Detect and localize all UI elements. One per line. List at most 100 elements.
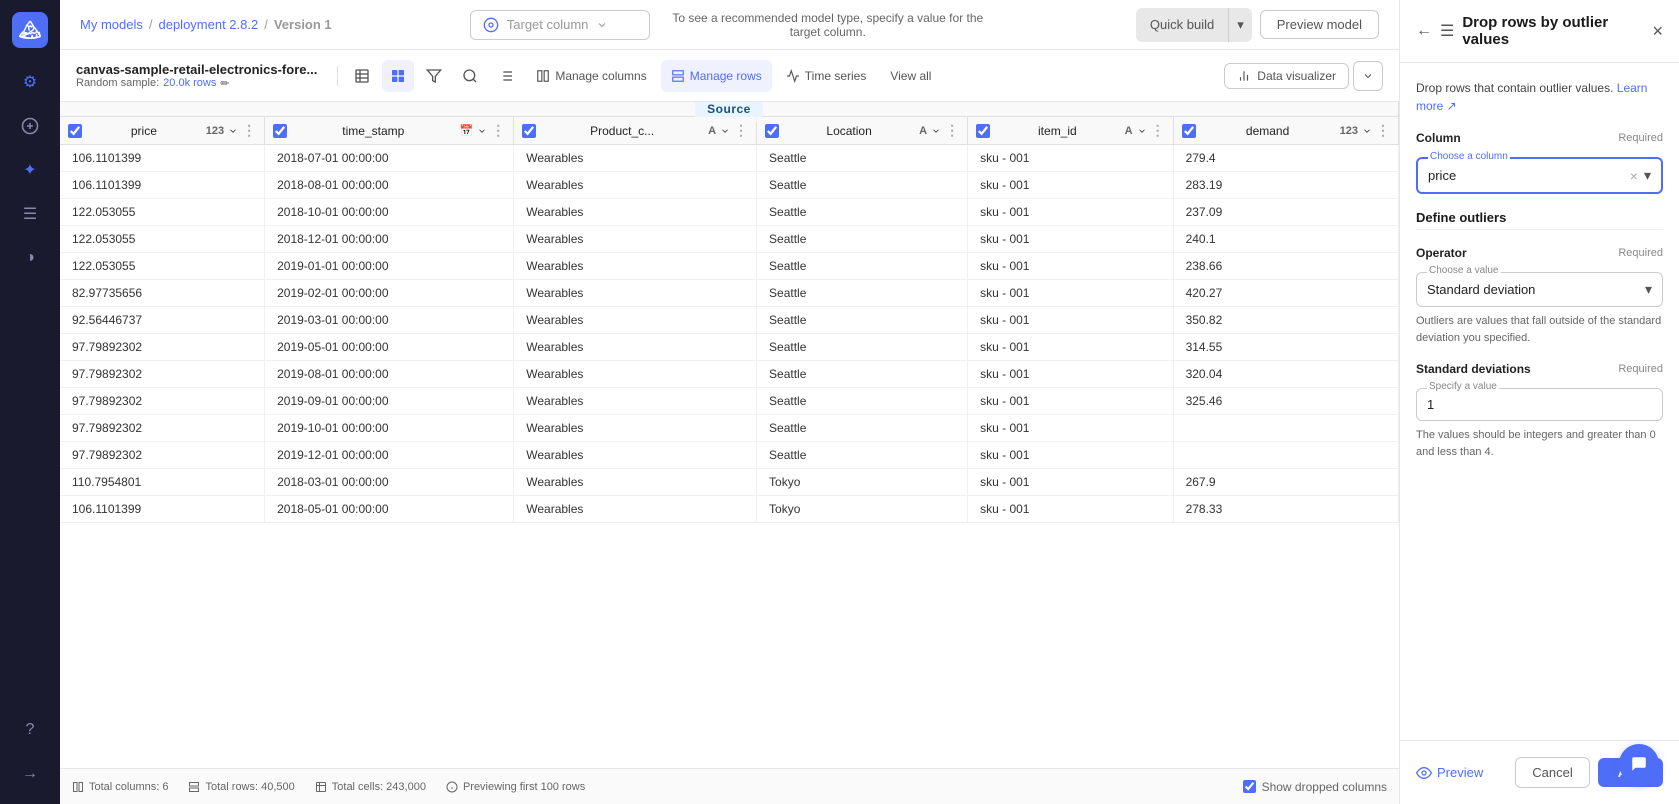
col-checkbox-Location[interactable] — [765, 124, 779, 138]
sidebar-item-list[interactable]: ☰ — [12, 196, 48, 232]
panel-header: ← ☰ Drop rows by outlier values × — [1400, 0, 1679, 63]
col-type-demand: 123 — [1340, 125, 1358, 137]
sidebar-item-models[interactable]: ⚙ — [12, 64, 48, 100]
sidebar-item-brain[interactable] — [12, 108, 48, 144]
col-menu-price[interactable]: ⋮ — [242, 122, 256, 139]
table-row: 106.11013992018-07-01 00:00:00WearablesS… — [60, 145, 1399, 172]
rows-list-button[interactable] — [490, 60, 522, 92]
search-button[interactable] — [454, 60, 486, 92]
sidebar-item-help[interactable]: ? — [12, 712, 48, 748]
quick-build-arrow[interactable]: ▾ — [1229, 8, 1252, 42]
sidebar-item-toggle[interactable]: ◑ — [12, 240, 48, 276]
breadcrumb-models[interactable]: My models — [80, 17, 143, 32]
preview-rows-stat: Previewing first 100 rows — [446, 781, 585, 793]
target-column-dropdown[interactable]: Target column — [470, 10, 650, 40]
cell-12-5: 267.9 — [1173, 469, 1398, 496]
chat-bubble[interactable] — [1619, 744, 1659, 784]
col-sort-icon-Product_c[interactable] — [720, 126, 730, 136]
sample-count-link[interactable]: 20.0k rows — [163, 77, 216, 89]
manage-rows-label: Manage rows — [690, 69, 762, 83]
col-menu-item_id[interactable]: ⋮ — [1151, 122, 1165, 139]
col-menu-demand[interactable]: ⋮ — [1376, 122, 1390, 139]
col-checkbox-time_stamp[interactable] — [273, 124, 287, 138]
sidebar-item-sparkle[interactable]: ✦ — [12, 152, 48, 188]
cell-10-0: 97.79892302 — [60, 415, 265, 442]
data-visualizer-button[interactable]: Data visualizer — [1224, 63, 1349, 89]
time-series-button[interactable]: Time series — [776, 60, 877, 92]
panel-back-button[interactable]: ← — [1416, 22, 1432, 40]
cell-5-1: 2019-02-01 00:00:00 — [265, 280, 514, 307]
column-clear-icon[interactable]: × — [1630, 168, 1638, 184]
operator-select[interactable]: Choose a value Standard deviation ▾ — [1416, 272, 1663, 307]
col-name-Product_c: Product_c... — [540, 124, 704, 138]
col-name-item_id: item_id — [994, 124, 1121, 138]
panel-close-button[interactable]: × — [1652, 21, 1663, 42]
col-sort-icon-price[interactable] — [228, 126, 238, 136]
col-menu-time_stamp[interactable]: ⋮ — [491, 122, 505, 139]
col-menu-Location[interactable]: ⋮ — [945, 122, 959, 139]
cell-10-1: 2019-10-01 00:00:00 — [265, 415, 514, 442]
cancel-button[interactable]: Cancel — [1515, 757, 1589, 788]
quick-build-label: Quick build — [1136, 8, 1229, 42]
col-sort-icon-item_id[interactable] — [1137, 126, 1147, 136]
std-hint: The values should be integers and greate… — [1416, 427, 1663, 460]
table-area: Source price 123 ⋮ time_stamp 📅 ⋮ — [60, 102, 1399, 768]
cell-7-4: sku - 001 — [968, 334, 1173, 361]
cell-0-1: 2018-07-01 00:00:00 — [265, 145, 514, 172]
time-series-label: Time series — [805, 69, 867, 83]
more-options-button[interactable] — [1353, 61, 1383, 91]
col-type-item_id: A — [1125, 125, 1133, 137]
std-input-wrap[interactable]: Specify a value — [1416, 388, 1663, 421]
data-visualizer-label: Data visualizer — [1257, 69, 1336, 83]
col-name-price: price — [86, 124, 202, 138]
table-row: 122.0530552019-01-01 00:00:00WearablesSe… — [60, 253, 1399, 280]
edit-icon[interactable]: ✏ — [220, 77, 229, 90]
chart-icon — [1237, 69, 1251, 83]
manage-rows-button[interactable]: Manage rows — [661, 60, 772, 92]
cell-8-2: Wearables — [514, 361, 757, 388]
col-sort-icon-time_stamp[interactable] — [477, 126, 487, 136]
target-placeholder: Target column — [507, 17, 589, 32]
panel-title: Drop rows by outlier values — [1462, 14, 1644, 48]
total-rows-stat: Total rows: 40,500 — [188, 781, 294, 793]
col-checkbox-Product_c[interactable] — [522, 124, 536, 138]
cell-12-4: sku - 001 — [968, 469, 1173, 496]
show-dropped-columns[interactable]: Show dropped columns — [1243, 780, 1387, 794]
rows-manage-icon — [671, 69, 685, 83]
quick-build-button[interactable]: Quick build ▾ — [1136, 8, 1252, 42]
col-checkbox-item_id[interactable] — [976, 124, 990, 138]
filter-button[interactable] — [418, 60, 450, 92]
table-row: 97.798923022019-05-01 00:00:00WearablesS… — [60, 334, 1399, 361]
preview-button[interactable]: Preview — [1416, 765, 1507, 781]
dataset-name-section: canvas-sample-retail-electronics-fore...… — [76, 62, 317, 90]
col-sort-icon-demand[interactable] — [1362, 126, 1372, 136]
breadcrumb-deployment[interactable]: deployment 2.8.2 — [158, 17, 258, 32]
col-menu-Product_c[interactable]: ⋮ — [734, 122, 748, 139]
column-chevron-icon[interactable]: ▾ — [1644, 167, 1651, 184]
target-chevron-icon — [596, 19, 608, 31]
table-view-button[interactable] — [346, 60, 378, 92]
col-sort-icon-Location[interactable] — [931, 126, 941, 136]
std-required: Required — [1618, 363, 1663, 375]
status-bar: Total columns: 6 Total rows: 40,500 Tota… — [60, 768, 1399, 804]
show-dropped-checkbox[interactable] — [1243, 780, 1256, 793]
std-input[interactable] — [1427, 397, 1652, 412]
column-input[interactable] — [1428, 168, 1624, 183]
col-checkbox-price[interactable] — [68, 124, 82, 138]
column-field: Column Required Choose a column × ▾ — [1416, 131, 1663, 194]
manage-columns-button[interactable]: Manage columns — [526, 60, 656, 92]
column-input-wrap[interactable]: Choose a column × ▾ — [1416, 157, 1663, 194]
cell-6-5: 350.82 — [1173, 307, 1398, 334]
operator-hint: Outliers are values that fall outside of… — [1416, 313, 1663, 346]
view-all-button[interactable]: View all — [880, 60, 941, 92]
cell-3-3: Seattle — [757, 226, 968, 253]
sidebar-item-signout[interactable]: → — [12, 756, 48, 792]
column-required: Required — [1618, 132, 1663, 144]
col-checkbox-demand[interactable] — [1182, 124, 1196, 138]
grid-view-button[interactable] — [382, 60, 414, 92]
preview-model-button[interactable]: Preview model — [1260, 10, 1379, 39]
cell-13-1: 2018-05-01 00:00:00 — [265, 496, 514, 523]
total-cells-stat: Total cells: 243,000 — [315, 781, 426, 793]
operator-chevron-icon[interactable]: ▾ — [1645, 281, 1652, 298]
total-columns-label: Total columns: 6 — [89, 781, 168, 793]
